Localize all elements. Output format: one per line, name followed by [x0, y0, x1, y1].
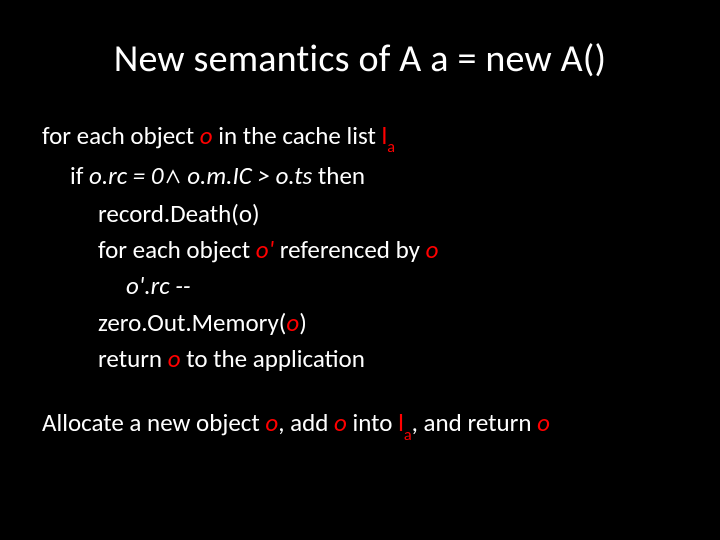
slide: New semantics of A a = new A() for each …: [0, 0, 720, 540]
var-l: l: [398, 407, 404, 438]
footer-line: Allocate a new object o, add o into la, …: [42, 405, 678, 445]
var-o: o: [286, 307, 299, 338]
expr: o'.rc --: [126, 270, 191, 301]
text: then: [312, 160, 365, 191]
var-o: o: [200, 120, 213, 151]
var-o: o: [265, 407, 278, 438]
text: record.Death(o): [98, 198, 260, 229]
text: Allocate a new object: [42, 407, 265, 438]
var-o: o: [426, 234, 439, 265]
code-line-7: return o to the application: [42, 341, 678, 377]
text: , and return: [412, 407, 538, 438]
and-icon: [164, 160, 182, 196]
text: zero.Out.Memory(: [98, 307, 286, 338]
text: in the cache list: [213, 120, 382, 151]
code-line-6: zero.Out.Memory(o): [42, 305, 678, 341]
slide-title: New semantics of A a = new A(): [42, 36, 678, 82]
var-o-prime: o': [256, 234, 274, 265]
code-line-2: if o.rc = 0 o.m.IC > o.ts then: [42, 158, 678, 196]
code-line-1: for each object o in the cache list la: [42, 118, 678, 158]
code-line-3: record.Death(o): [42, 196, 678, 232]
subscript-a: a: [387, 138, 395, 157]
var-o: o: [537, 407, 550, 438]
text: ): [299, 307, 307, 338]
expr: o.m.IC > o.ts: [182, 160, 313, 191]
text: for each object: [42, 120, 200, 151]
text: return: [98, 343, 168, 374]
text: into: [347, 407, 398, 438]
slide-body: for each object o in the cache list la i…: [42, 118, 678, 445]
code-line-4: for each object o' referenced by o: [42, 232, 678, 268]
spacer: [42, 377, 678, 405]
text: to the application: [181, 343, 365, 374]
text: referenced by: [274, 234, 425, 265]
expr: o.rc = 0: [89, 160, 164, 191]
var-o: o: [168, 343, 181, 374]
text: if: [70, 160, 89, 191]
code-line-5: o'.rc --: [42, 268, 678, 304]
text: for each object: [98, 234, 256, 265]
text: , add: [278, 407, 334, 438]
var-o: o: [334, 407, 347, 438]
subscript-a: a: [404, 426, 412, 445]
